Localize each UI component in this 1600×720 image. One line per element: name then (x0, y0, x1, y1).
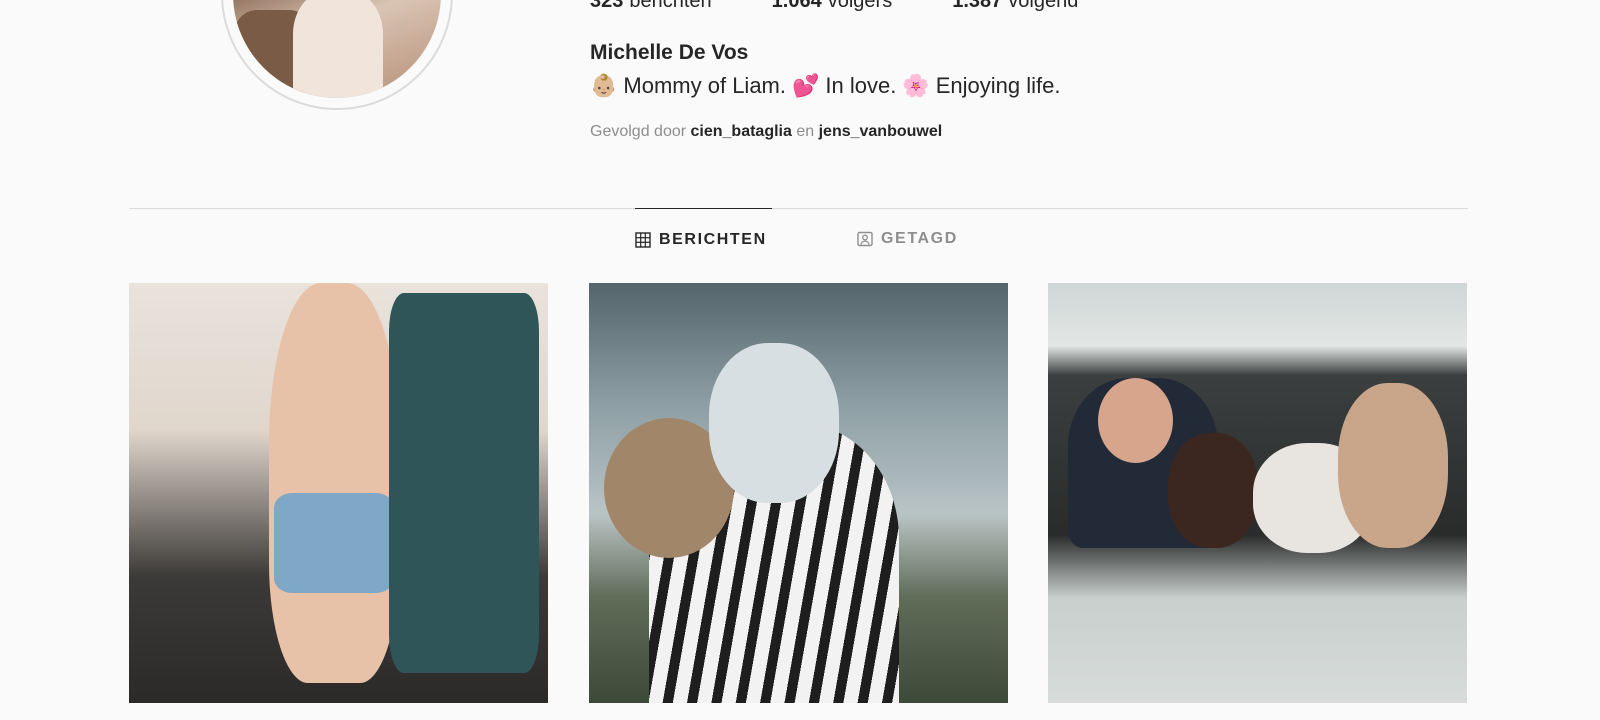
bio-text: Mommy of Liam. (623, 73, 786, 98)
photo-subject (1338, 383, 1448, 548)
avatar[interactable] (233, 0, 441, 98)
tagged-icon (857, 231, 873, 247)
bio-text: Enjoying life. (935, 73, 1061, 98)
follower-link[interactable]: cien_bataglia (691, 123, 792, 140)
baby-emoji-icon: 👶🏼 (590, 73, 618, 99)
photo-subject (269, 283, 399, 683)
profile-bio: 👶🏼 Mommy of Liam. 💕 In love. 🌸 Enjoying … (590, 73, 1061, 99)
avatar-photo-shape (293, 0, 383, 98)
following-count[interactable]: 1.387 volgend (952, 0, 1078, 13)
post-thumbnail[interactable] (1048, 283, 1467, 703)
profile-stats: 323 berichten 1.064 volgers 1.387 volgend (590, 0, 1078, 13)
post-thumbnail[interactable] (129, 283, 548, 703)
followers-count[interactable]: 1.064 volgers (772, 0, 893, 13)
avatar-ring[interactable] (221, 0, 453, 110)
followed-by: Gevolgd door cien_bataglia en jens_vanbo… (590, 123, 943, 140)
profile-full-name: Michelle De Vos (590, 41, 749, 64)
posts-count: 323 berichten (590, 0, 712, 12)
photo-subject (1168, 433, 1258, 548)
two-hearts-emoji-icon: 💕 (792, 73, 820, 99)
grid-icon (635, 232, 651, 248)
bio-text: In love. (825, 73, 897, 98)
photo-subject (1098, 378, 1173, 463)
photo-subject (389, 293, 539, 673)
follower-link[interactable]: jens_vanbouwel (819, 123, 943, 140)
cherry-blossom-emoji-icon: 🌸 (902, 73, 930, 99)
tabs-divider (129, 208, 1468, 209)
tab-getagd[interactable]: GETAGD (857, 208, 958, 270)
photo-subject (709, 343, 839, 503)
post-thumbnail[interactable] (589, 283, 1008, 703)
photo-subject (274, 493, 394, 593)
tab-berichten[interactable]: BERICHTEN (635, 208, 772, 271)
